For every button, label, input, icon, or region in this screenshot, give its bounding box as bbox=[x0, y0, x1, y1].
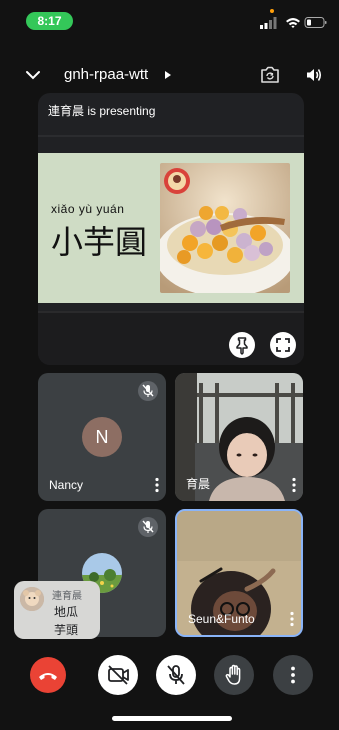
self-name: 連育晨 bbox=[52, 591, 82, 602]
muted-badge bbox=[138, 381, 158, 401]
meeting-top-bar: gnh-rpaa-wtt bbox=[0, 60, 339, 92]
muted-badge bbox=[138, 517, 158, 537]
participant-tile-nancy[interactable]: N Nancy bbox=[38, 373, 166, 501]
divider bbox=[38, 135, 304, 137]
participant-name: Nancy bbox=[49, 478, 84, 492]
status-icons bbox=[260, 16, 328, 30]
fullscreen-icon bbox=[276, 338, 290, 352]
speaker-icon[interactable] bbox=[305, 66, 323, 84]
more-vert-icon bbox=[291, 666, 295, 684]
slide-pinyin: xiǎo yù yuán bbox=[51, 202, 125, 216]
camera-in-use-dot bbox=[270, 9, 274, 13]
presentation-tile[interactable]: 連育晨 is presenting xiǎo yù yuán 小芋圓 bbox=[38, 93, 304, 365]
pin-icon bbox=[236, 337, 248, 355]
participant-name: 育晨 bbox=[186, 477, 211, 491]
mic-off-button[interactable] bbox=[156, 655, 196, 695]
mic-off-icon bbox=[142, 384, 154, 397]
taro-balls-photo bbox=[160, 163, 290, 293]
status-bar: 8:17 bbox=[0, 0, 339, 40]
hang-up-icon bbox=[39, 673, 57, 680]
shared-slide: xiǎo yù yuán 小芋圓 bbox=[38, 153, 304, 303]
home-indicator[interactable] bbox=[112, 716, 232, 721]
participant-tile-seun-funto[interactable]: Seun&Funto bbox=[175, 509, 303, 637]
end-call-button[interactable] bbox=[30, 657, 66, 693]
more-vert-icon[interactable] bbox=[154, 477, 160, 493]
self-caption-line: 地瓜 bbox=[54, 605, 79, 619]
battery-icon bbox=[304, 17, 327, 28]
chevron-down-icon[interactable] bbox=[24, 66, 42, 84]
self-preview[interactable]: 連育晨 地瓜 芋頭 bbox=[14, 581, 100, 639]
participant-tile-yuchen[interactable]: 育晨 bbox=[175, 373, 303, 501]
status-time: 8:17 bbox=[26, 12, 73, 30]
presenting-label: 連育晨 is presenting bbox=[48, 104, 156, 118]
participant-name: Seun&Funto bbox=[188, 612, 255, 626]
self-avatar bbox=[20, 587, 44, 611]
call-controls bbox=[0, 655, 339, 699]
hand-icon bbox=[225, 664, 241, 685]
chevron-right-icon[interactable] bbox=[165, 71, 171, 79]
flip-camera-icon[interactable] bbox=[259, 65, 281, 85]
camera-off-button[interactable] bbox=[98, 655, 138, 695]
slide-title: 小芋圓 bbox=[51, 223, 148, 261]
pin-button[interactable] bbox=[229, 332, 255, 358]
more-vert-icon[interactable] bbox=[289, 611, 295, 627]
presentation-footer bbox=[38, 311, 304, 365]
raise-hand-button[interactable] bbox=[214, 655, 254, 695]
more-vert-icon[interactable] bbox=[291, 477, 297, 493]
fullscreen-button[interactable] bbox=[270, 332, 296, 358]
self-caption-line: 芋頭 bbox=[54, 623, 79, 637]
more-options-button[interactable] bbox=[273, 655, 313, 695]
wifi-icon bbox=[286, 18, 300, 28]
signal-icon bbox=[260, 17, 277, 29]
camera-off-icon bbox=[108, 665, 129, 685]
mic-off-icon bbox=[142, 520, 154, 533]
meeting-code[interactable]: gnh-rpaa-wtt bbox=[64, 66, 148, 83]
avatar: N bbox=[82, 417, 122, 457]
mic-off-icon bbox=[167, 665, 185, 685]
